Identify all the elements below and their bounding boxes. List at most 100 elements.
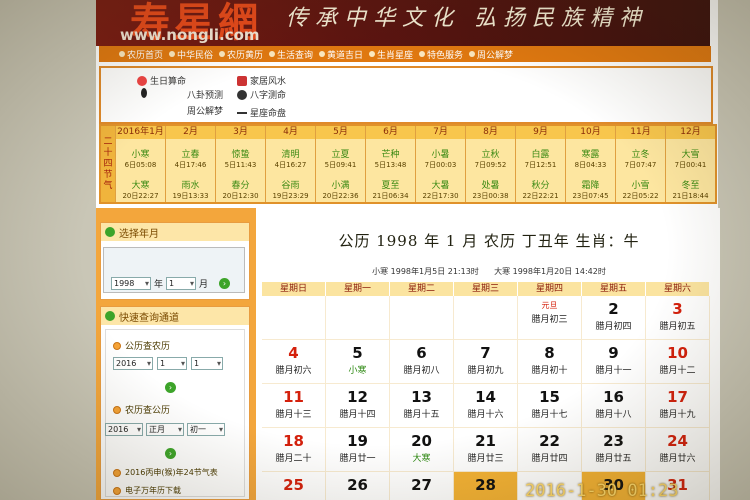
- year-select[interactable]: 1998: [111, 277, 151, 290]
- q1-month-select[interactable]: 1: [157, 357, 187, 370]
- term-time: 7日09:52: [474, 161, 507, 169]
- term-name[interactable]: 立冬: [616, 147, 665, 160]
- day-number: 18: [283, 432, 304, 450]
- calendar-day-cell[interactable]: 11 腊月十三: [262, 384, 326, 428]
- calendar-day-cell[interactable]: 26: [326, 472, 390, 500]
- term-name[interactable]: 处暑: [466, 178, 515, 191]
- solar-to-lunar-option[interactable]: 公历查农历: [113, 339, 170, 352]
- term-name[interactable]: 春分: [216, 178, 265, 191]
- q2-day-select[interactable]: 初一: [187, 423, 225, 436]
- term-name[interactable]: 立春: [166, 147, 215, 160]
- term-time: 23日07:45: [572, 192, 609, 200]
- term-name[interactable]: 小暑: [416, 147, 465, 160]
- nav-item[interactable]: 周公解梦: [469, 48, 519, 61]
- go-arrow-icon[interactable]: ›: [219, 278, 231, 289]
- nav-item[interactable]: 特色服务: [419, 48, 469, 61]
- bullet-icon: [119, 51, 125, 57]
- tool-bazi[interactable]: 八字测命: [237, 88, 286, 101]
- solar-term-month: 9月 白露 7日12:51 秋分 22日22:21: [515, 126, 565, 202]
- calendar-day-cell[interactable]: 10 腊月十二: [646, 340, 710, 384]
- solar-terms-link[interactable]: 2016丙申(猴)年24节气表: [113, 467, 218, 478]
- term-name[interactable]: 清明: [266, 147, 315, 160]
- dot-icon: [105, 311, 115, 321]
- calendar-day-cell[interactable]: 18 腊月二十: [262, 428, 326, 472]
- calendar-day-cell[interactable]: 28: [454, 472, 518, 500]
- term-name[interactable]: 小雪: [616, 178, 665, 191]
- term-name[interactable]: 寒露: [566, 147, 615, 160]
- calendar-day-cell[interactable]: 6 腊月初八: [390, 340, 454, 384]
- download-link[interactable]: 电子万年历下载: [113, 485, 181, 496]
- tool-dream[interactable]: 周公解梦: [187, 104, 223, 117]
- calendar-day-cell[interactable]: 3 腊月初五: [646, 296, 710, 340]
- month-select[interactable]: 1: [166, 277, 197, 290]
- calendar-day-cell[interactable]: 12 腊月十四: [326, 384, 390, 428]
- nav-item[interactable]: 农历黄历: [219, 48, 269, 61]
- term-name[interactable]: 冬至: [666, 178, 715, 191]
- calendar-day-cell[interactable]: 21 腊月廿三: [454, 428, 518, 472]
- nav-item[interactable]: 生肖星座: [369, 48, 419, 61]
- nav-item[interactable]: 生活查询: [269, 48, 319, 61]
- tool-birthday[interactable]: 生日算命: [137, 74, 186, 87]
- term-name[interactable]: 夏至: [366, 178, 415, 191]
- term-name[interactable]: 秋分: [516, 178, 565, 191]
- term-name[interactable]: 霜降: [566, 178, 615, 191]
- calendar-day-cell[interactable]: 8 腊月初十: [518, 340, 582, 384]
- term-name[interactable]: 惊蛰: [216, 147, 265, 160]
- nav-item[interactable]: 黄道吉日: [319, 48, 369, 61]
- term-name[interactable]: 谷雨: [266, 178, 315, 191]
- tool-bagua[interactable]: 八卦预测: [187, 88, 223, 101]
- calendar-day-cell[interactable]: 14 腊月十六: [454, 384, 518, 428]
- bullet-icon: [469, 51, 475, 57]
- calendar-day-cell[interactable]: 元旦 腊月初三: [518, 296, 582, 340]
- tool-fengshui[interactable]: 家居风水: [237, 74, 286, 87]
- lunar-date: 腊月二十: [275, 454, 312, 464]
- q2-month-select[interactable]: 正月: [146, 423, 184, 436]
- calendar-day-cell[interactable]: 20 大寒: [390, 428, 454, 472]
- q2-year-select[interactable]: 2016: [105, 423, 143, 436]
- term-name[interactable]: 大暑: [416, 178, 465, 191]
- calendar-day-cell[interactable]: 17 腊月十九: [646, 384, 710, 428]
- calendar-day-cell[interactable]: 27: [390, 472, 454, 500]
- term-name[interactable]: 白露: [516, 147, 565, 160]
- nav-item[interactable]: 中华民俗: [169, 48, 219, 61]
- term-name[interactable]: 立夏: [316, 147, 365, 160]
- calendar-day-cell[interactable]: 5 小寒: [326, 340, 390, 384]
- radio-icon[interactable]: [113, 405, 121, 414]
- site-url[interactable]: www.nongli.com: [120, 26, 260, 44]
- go-arrow-icon[interactable]: ›: [165, 448, 176, 459]
- calendar-day-cell[interactable]: 13 腊月十五: [390, 384, 454, 428]
- calendar-day-cell[interactable]: 22 腊月廿四: [518, 428, 582, 472]
- lunar-date: 腊月十三: [275, 410, 312, 420]
- q1-day-select[interactable]: 1: [191, 357, 223, 370]
- term-name[interactable]: 小寒: [116, 147, 165, 160]
- calendar-day-cell[interactable]: 15 腊月十七: [518, 384, 582, 428]
- day-number: 28: [475, 476, 496, 494]
- nav-item[interactable]: 农历首页: [119, 48, 169, 61]
- lunar-date: 腊月十一: [595, 366, 632, 376]
- q2-go[interactable]: ›: [165, 441, 176, 460]
- bullet-icon: [219, 51, 225, 57]
- term-month-header: 3月: [216, 126, 265, 139]
- term-name[interactable]: 大寒: [116, 178, 165, 191]
- calendar-day-cell[interactable]: 2 腊月初四: [582, 296, 646, 340]
- q1-go[interactable]: ›: [165, 375, 176, 394]
- q1-year-select[interactable]: 2016: [113, 357, 153, 370]
- lunar-to-solar-option[interactable]: 农历查公历: [113, 403, 170, 416]
- calendar-day-cell[interactable]: 24 腊月廿六: [646, 428, 710, 472]
- term-time: 21日06:34: [372, 192, 409, 200]
- calendar-day-cell[interactable]: 4 腊月初六: [262, 340, 326, 384]
- calendar-day-cell[interactable]: 19 腊月廿一: [326, 428, 390, 472]
- calendar-day-cell[interactable]: 7 腊月初九: [454, 340, 518, 384]
- go-arrow-icon[interactable]: ›: [165, 382, 176, 393]
- calendar-day-cell[interactable]: 25: [262, 472, 326, 500]
- calendar-day-cell[interactable]: 16 腊月十八: [582, 384, 646, 428]
- calendar-day-cell[interactable]: 23 腊月廿五: [582, 428, 646, 472]
- term-name[interactable]: 立秋: [466, 147, 515, 160]
- term-name[interactable]: 芒种: [366, 147, 415, 160]
- term-name[interactable]: 雨水: [166, 178, 215, 191]
- term-name[interactable]: 小满: [316, 178, 365, 191]
- calendar-day-cell[interactable]: 9 腊月十一: [582, 340, 646, 384]
- radio-icon[interactable]: [113, 341, 121, 350]
- tool-star-chart[interactable]: 星座命盘: [237, 106, 286, 119]
- term-name[interactable]: 大雪: [666, 147, 715, 160]
